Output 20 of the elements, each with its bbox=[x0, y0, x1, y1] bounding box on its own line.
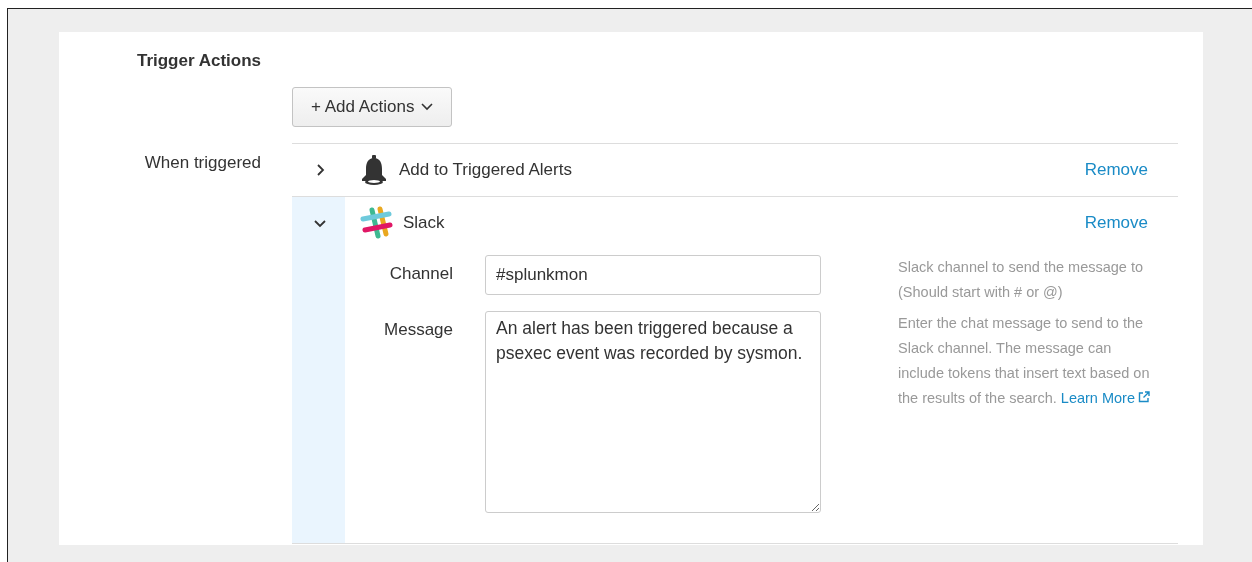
hash-logo-icon bbox=[359, 206, 393, 240]
channel-field[interactable]: #splunkmon bbox=[485, 255, 821, 295]
action-title: Slack bbox=[403, 213, 445, 233]
bell-icon bbox=[359, 154, 389, 186]
field-label: Channel bbox=[388, 264, 453, 284]
field-label: Message bbox=[383, 320, 453, 340]
section-title: Trigger Actions bbox=[136, 51, 261, 71]
help-text: Slack channel to send the message to (Should start with # or @) bbox=[898, 258, 1145, 302]
remove-link[interactable]: Remove bbox=[1084, 160, 1148, 180]
chevron-down-icon bbox=[314, 217, 326, 229]
help-text: Enter the chat message to send to the Slack channel. The message can include tokens that insert text based on the results of the search. Learn More bbox=[898, 314, 1150, 408]
external-link-icon bbox=[1137, 391, 1150, 403]
add-actions-button[interactable]: + Add Actions bbox=[292, 87, 452, 127]
chevron-right-icon bbox=[314, 164, 326, 176]
remove-link[interactable]: Remove bbox=[1084, 213, 1148, 233]
message-field[interactable]: An alert has been triggered because a psexec event was recorded by sysmon. bbox=[485, 311, 821, 513]
action-title: Add to Triggered Alerts bbox=[399, 160, 572, 180]
caret-icon bbox=[420, 103, 433, 111]
when-triggered-label: When triggered bbox=[144, 153, 261, 173]
learn-more-link[interactable]: Learn More bbox=[1060, 390, 1150, 406]
